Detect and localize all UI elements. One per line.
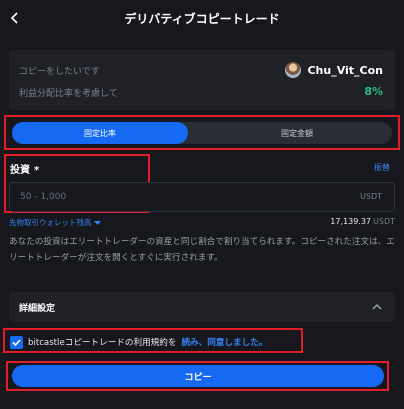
tab-fixed-amount[interactable]: 固定金額 bbox=[202, 122, 392, 144]
profit-share-value: 8% bbox=[364, 85, 383, 98]
trader-name: Chu_Vit_Con bbox=[307, 63, 383, 77]
copy-label: コピーをしたいです bbox=[19, 67, 100, 77]
wallet-balance: 17,139.37 USDT bbox=[330, 217, 395, 226]
profit-share-label: 利益分配比率を考慮して bbox=[19, 89, 118, 99]
transfer-link[interactable]: 振替 bbox=[374, 162, 390, 173]
investment-field[interactable]: USDT bbox=[9, 182, 395, 212]
advanced-settings-toggle[interactable]: 詳細設定 bbox=[9, 292, 395, 322]
check-icon bbox=[12, 338, 21, 346]
copy-summary-card: コピーをしたいです Chu_Vit_Con 利益分配比率を考慮して 8% bbox=[9, 50, 395, 110]
chevron-left-icon bbox=[10, 12, 18, 24]
wallet-selector[interactable]: 先物取引ウォレット残高 bbox=[9, 217, 101, 228]
avatar bbox=[285, 62, 302, 78]
chevron-up-icon bbox=[372, 303, 382, 310]
trader-info[interactable]: Chu_Vit_Con bbox=[285, 62, 383, 78]
allocation-description: あなたの投資はエリートトレーダーの資産と同じ割合で割り当てられます。コピーされた… bbox=[9, 237, 395, 263]
back-button[interactable] bbox=[6, 9, 24, 27]
header: デリバティブコピートレード bbox=[0, 0, 404, 36]
wallet-balance-value: 17,139.37 bbox=[330, 217, 372, 226]
required-mark: * bbox=[34, 165, 40, 176]
agreement-text: bitcastleコピートレードの利用規約を bbox=[28, 338, 177, 348]
agreement-checkbox[interactable] bbox=[10, 335, 23, 349]
wallet-label: 先物取引ウォレット残高 bbox=[9, 218, 92, 227]
tab-fixed-ratio[interactable]: 固定比率 bbox=[12, 122, 188, 144]
mode-toggle: 固定比率 固定金額 bbox=[12, 122, 392, 144]
investment-input[interactable] bbox=[20, 183, 320, 211]
wallet-balance-unit: USDT bbox=[373, 217, 395, 226]
copy-button[interactable]: コピー bbox=[12, 365, 384, 387]
agreement-row: bitcastleコピートレードの利用規約を 読み、同意しました。 bbox=[10, 333, 267, 351]
advanced-settings-label: 詳細設定 bbox=[19, 304, 56, 314]
investment-label-text: 投資 bbox=[10, 165, 30, 176]
wallet-row: 先物取引ウォレット残高 17,139.37 USDT bbox=[9, 217, 395, 229]
terms-link[interactable]: 読み、同意しました。 bbox=[181, 336, 267, 348]
caret-down-icon bbox=[93, 220, 101, 225]
investment-unit: USDT bbox=[360, 192, 382, 201]
page-title: デリバティブコピートレード bbox=[124, 11, 280, 26]
investment-label: 投資 * bbox=[10, 161, 39, 176]
